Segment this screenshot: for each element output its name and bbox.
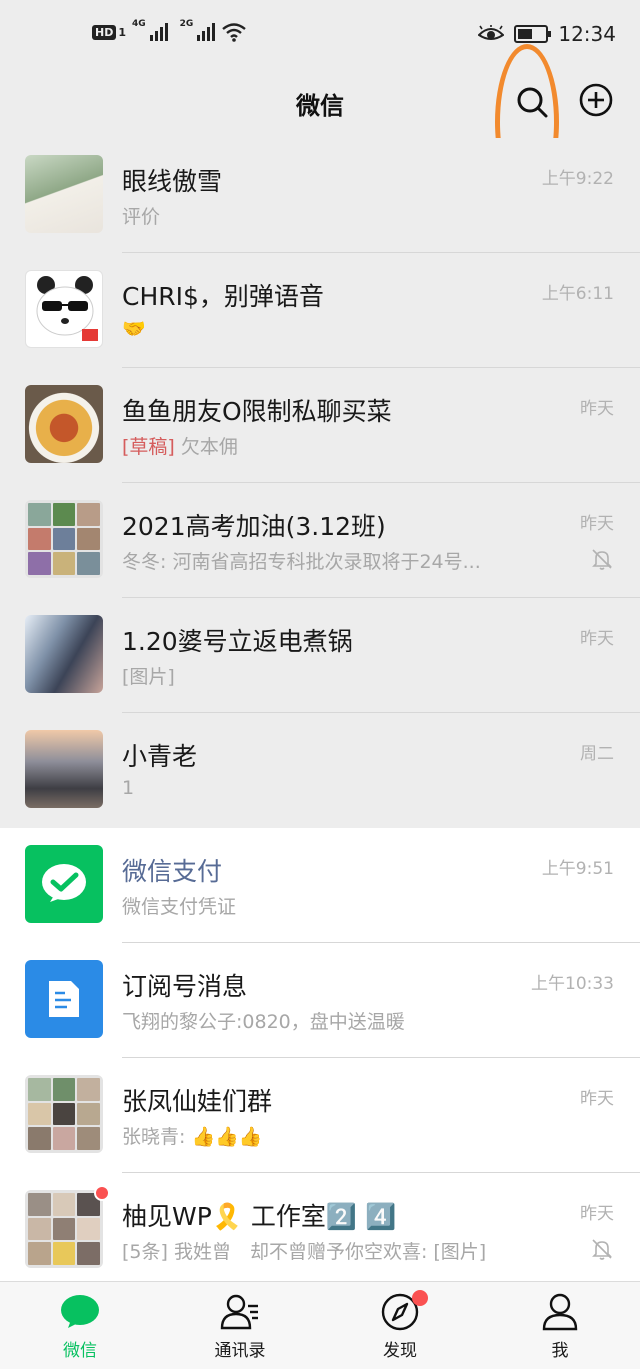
- avatar: [25, 270, 103, 348]
- chat-name: 眼线傲雪: [122, 167, 223, 196]
- chat-time: 上午10:33: [531, 974, 614, 994]
- chat-item[interactable]: 订阅号消息 飞翔的黎公子:0820，盘中送温暖 上午10:33: [0, 943, 640, 1058]
- chat-preview: 冬冬: 河南省高招专科批次录取将于24号...: [122, 551, 481, 573]
- tab-chats[interactable]: 微信: [0, 1282, 160, 1369]
- tab-contacts[interactable]: 通讯录: [160, 1282, 320, 1369]
- notification-dot: [412, 1290, 428, 1306]
- tab-label: 通讯录: [214, 1341, 266, 1361]
- chat-name: 鱼鱼朋友O限制私聊买菜: [122, 397, 392, 426]
- signal-icon-2: [197, 23, 216, 41]
- chat-item[interactable]: 微信支付 微信支付凭证 上午9:51: [0, 828, 640, 943]
- chat-name: 柚见WP🎗️ 工作室2️⃣ 4️⃣: [122, 1202, 397, 1231]
- avatar: [25, 845, 103, 923]
- network-type-1: 4G: [132, 19, 146, 29]
- chat-name: 微信支付: [122, 857, 223, 886]
- chat-list: 眼线傲雪 评价 上午9:22 CHRI$，别弹语音 🤝 上午6:11 鱼鱼朋友O…: [0, 138, 640, 1288]
- chat-time: 周二: [580, 744, 614, 764]
- eye-icon: [478, 25, 505, 40]
- tab-label: 我: [551, 1341, 569, 1361]
- mute-bell-icon: [592, 549, 612, 570]
- chat-time: 昨天: [580, 629, 614, 649]
- avatar: [25, 1190, 103, 1268]
- chat-item[interactable]: 张凤仙娃们群 张晓青: 👍👍👍 昨天: [0, 1058, 640, 1173]
- bottom-tab-bar: 微信 通讯录 发现 我: [0, 1281, 640, 1369]
- chat-time: 昨天: [580, 1089, 614, 1109]
- person-icon: [542, 1293, 578, 1331]
- chat-name: 张凤仙娃们群: [122, 1087, 273, 1116]
- wechat-pay-icon: [42, 864, 86, 902]
- chat-preview: 🤝: [122, 318, 146, 340]
- chat-item[interactable]: CHRI$，别弹语音 🤝 上午6:11: [0, 253, 640, 368]
- chat-item[interactable]: 2021高考加油(3.12班) 冬冬: 河南省高招专科批次录取将于24号... …: [0, 483, 640, 598]
- avatar: [25, 155, 103, 233]
- plus-circle-icon[interactable]: [578, 82, 614, 118]
- hd-badge: HD: [92, 24, 117, 40]
- chat-bubble-icon: [61, 1295, 99, 1328]
- chat-name: 1.20婆号立返电煮锅: [122, 627, 353, 656]
- chat-preview: 1: [122, 777, 135, 799]
- signal-icon: [149, 23, 168, 41]
- chat-item[interactable]: 鱼鱼朋友O限制私聊买菜 [草稿] 欠本佣 昨天: [0, 368, 640, 483]
- chat-preview: 评价: [122, 206, 161, 228]
- wifi-icon: [222, 23, 247, 42]
- chat-time: 昨天: [580, 1204, 614, 1224]
- chat-preview: [草稿] 欠本佣: [122, 432, 238, 459]
- avatar: [25, 1075, 103, 1153]
- avatar: [25, 615, 103, 693]
- chat-item[interactable]: 柚见WP🎗️ 工作室2️⃣ 4️⃣ [5条] 我姓曾 却不曾赠予你空欢喜: [图…: [0, 1173, 640, 1288]
- battery-icon: [514, 25, 552, 43]
- contacts-icon: [220, 1294, 258, 1330]
- chat-time: 上午9:51: [541, 859, 614, 879]
- chat-preview: 张晓青: 👍👍👍: [122, 1126, 263, 1148]
- sim-number: 1: [118, 25, 126, 39]
- chat-item[interactable]: 1.20婆号立返电煮锅 [图片] 昨天: [0, 598, 640, 713]
- draft-tag: [草稿]: [122, 436, 175, 458]
- avatar: [25, 960, 103, 1038]
- status-right: 12:34: [478, 22, 616, 46]
- chat-preview: 飞翔的黎公子:0820，盘中送温暖: [122, 1011, 405, 1033]
- chat-name: 订阅号消息: [122, 972, 248, 1001]
- avatar: [25, 385, 103, 463]
- chat-time: 昨天: [580, 399, 614, 419]
- chat-name: CHRI$，别弹语音: [122, 282, 324, 311]
- chat-preview: [5条] 我姓曾 却不曾赠予你空欢喜: [图片]: [122, 1241, 487, 1263]
- chat-preview-text: 欠本佣: [180, 436, 238, 458]
- tab-label: 微信: [63, 1341, 97, 1361]
- network-type-2: 2G: [179, 19, 194, 29]
- chat-name: 2021高考加油(3.12班): [122, 512, 386, 541]
- chat-item[interactable]: 小青老 1 周二: [0, 713, 640, 828]
- tab-label: 发现: [383, 1341, 417, 1361]
- status-left: HD 1 4G 2G: [92, 19, 247, 42]
- mute-bell-icon: [592, 1239, 612, 1260]
- panda-avatar-icon: [36, 276, 98, 341]
- chat-time: 上午6:11: [541, 284, 614, 304]
- chat-time: 上午9:22: [541, 169, 614, 189]
- chat-preview: [图片]: [122, 666, 175, 688]
- chat-time: 昨天: [580, 514, 614, 534]
- avatar: [25, 730, 103, 808]
- tab-me[interactable]: 我: [480, 1282, 640, 1369]
- chat-item[interactable]: 眼线傲雪 评价 上午9:22: [0, 138, 640, 253]
- avatar: [25, 500, 103, 578]
- unread-dot: [94, 1185, 110, 1201]
- subscription-doc-icon: [49, 981, 79, 1017]
- tab-discover[interactable]: 发现: [320, 1282, 480, 1369]
- clock: 12:34: [558, 22, 616, 46]
- chat-preview: 微信支付凭证: [122, 896, 237, 918]
- chat-name: 小青老: [122, 742, 198, 771]
